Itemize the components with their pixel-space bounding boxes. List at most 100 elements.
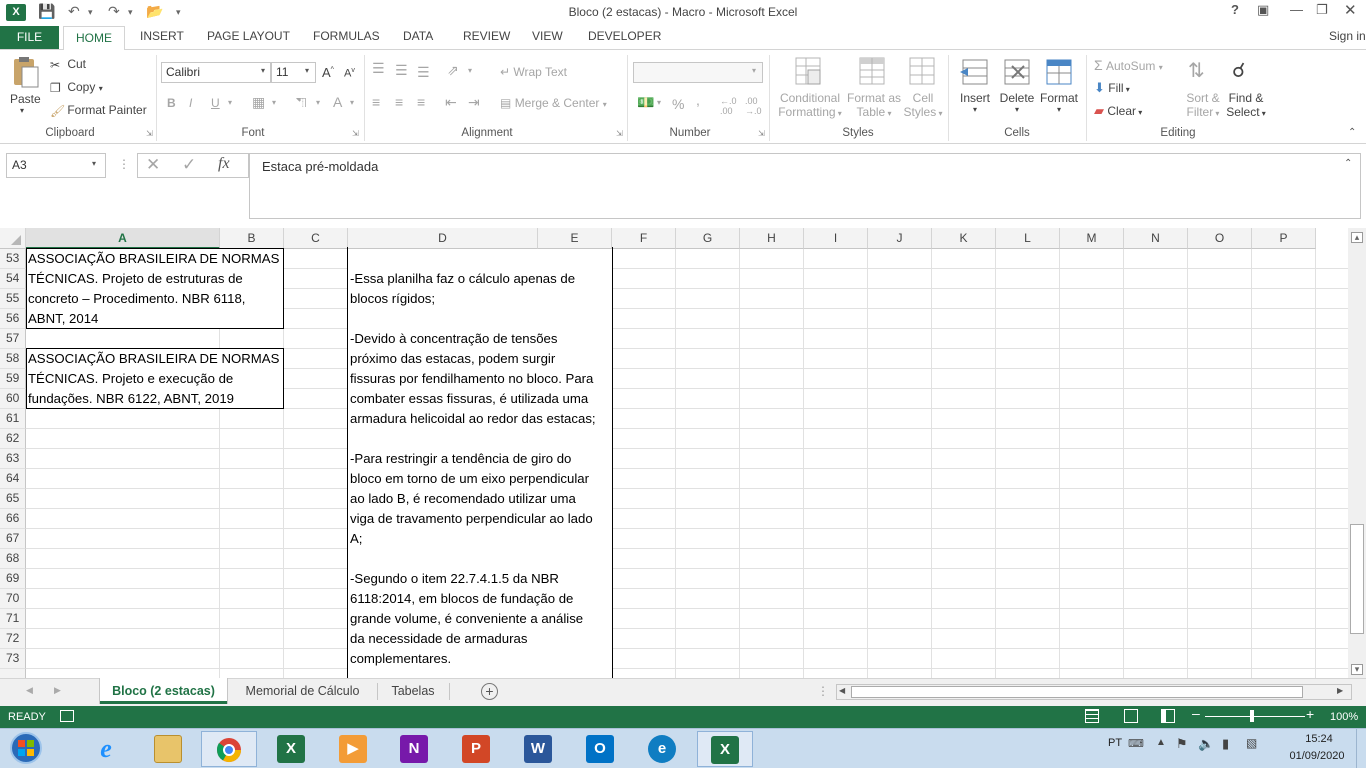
binoculars-icon[interactable]: ☌ xyxy=(1232,58,1245,83)
collapse-ribbon-icon[interactable]: ⌃ xyxy=(1348,127,1356,138)
clock-time[interactable]: 15:24 xyxy=(1294,733,1344,745)
orientation-icon[interactable]: ⇗ xyxy=(447,62,459,79)
scroll-left-arrow-icon[interactable]: ◀ xyxy=(839,686,845,695)
column-header-o[interactable]: O xyxy=(1188,228,1252,249)
close-button[interactable]: ✕ xyxy=(1344,1,1357,19)
align-bottom-icon[interactable]: ☰ xyxy=(417,64,430,81)
merge-center-button[interactable]: ▤ Merge & Center ▾ xyxy=(500,96,607,110)
tab-insert[interactable]: INSERT xyxy=(140,29,184,43)
find-select-button[interactable]: Find & Select ▾ xyxy=(1224,91,1268,119)
select-all-corner[interactable] xyxy=(0,228,26,249)
column-header-d[interactable]: D xyxy=(348,228,538,249)
macro-record-icon[interactable] xyxy=(60,710,74,722)
format-cells-button[interactable]: Format ▾ xyxy=(1040,91,1078,114)
fill-color-dropdown-icon[interactable]: ▾ xyxy=(316,98,320,107)
fill-color-icon[interactable]: ⛠ xyxy=(296,94,307,113)
tab-data[interactable]: DATA xyxy=(403,29,433,43)
increase-indent-icon[interactable]: ⇥ xyxy=(468,94,480,111)
column-header-c[interactable]: C xyxy=(284,228,348,249)
sheet-tab-tabelas[interactable]: Tabelas xyxy=(378,678,448,704)
internet-explorer-icon[interactable]: e xyxy=(78,731,134,767)
font-color-icon[interactable]: A xyxy=(333,94,342,110)
delete-cells-icon[interactable] xyxy=(1002,56,1032,88)
ribbon-display-icon[interactable]: ▣ xyxy=(1257,2,1269,18)
decrease-font-icon[interactable]: Av xyxy=(344,67,355,80)
tab-page-layout[interactable]: PAGE LAYOUT xyxy=(207,29,290,43)
font-color-dropdown-icon[interactable]: ▾ xyxy=(350,98,354,107)
onenote-icon[interactable]: N xyxy=(386,731,442,767)
align-middle-icon[interactable]: ☰ xyxy=(395,62,408,79)
underline-button[interactable]: U xyxy=(211,96,220,110)
row-header[interactable]: 56 xyxy=(0,309,26,329)
row-header[interactable]: 64 xyxy=(0,469,26,489)
worksheet-grid[interactable]: A B C D E F G H I J K L M N O P 53 54 55 56 57 58 59 60 61 62 63 64… xyxy=(0,228,1348,678)
sort-filter-icon[interactable]: ⇅ xyxy=(1188,58,1205,83)
row-header[interactable]: 62 xyxy=(0,429,26,449)
font-launcher-icon[interactable]: ⇲ xyxy=(352,129,359,138)
sheet-tab-bloco[interactable]: Bloco (2 estacas) xyxy=(100,678,227,704)
insert-function-button[interactable]: fx xyxy=(218,155,230,173)
conditional-formatting-button[interactable]: Conditional Formatting ▾ xyxy=(778,91,842,119)
row-header[interactable]: 61 xyxy=(0,409,26,429)
name-box-dropdown-icon[interactable]: ▾ xyxy=(92,159,96,168)
accounting-icon[interactable]: 💵 xyxy=(637,94,654,111)
row-header[interactable]: 55 xyxy=(0,289,26,309)
row-header[interactable]: 68 xyxy=(0,549,26,569)
column-header-l[interactable]: L xyxy=(996,228,1060,249)
enter-icon[interactable]: ✓ xyxy=(182,155,196,175)
format-painter-button[interactable]: 🖌 Format Painter xyxy=(50,103,147,118)
copy-dropdown-icon[interactable]: ▾ xyxy=(99,84,103,93)
excel-taskbar-icon[interactable]: X xyxy=(263,731,319,767)
alignment-launcher-icon[interactable]: ⇲ xyxy=(616,129,623,138)
tab-developer[interactable]: DEVELOPER xyxy=(588,29,661,43)
outlook-icon[interactable]: O xyxy=(572,731,628,767)
cancel-icon[interactable]: ✕ xyxy=(146,155,160,175)
minimize-button[interactable]: — xyxy=(1290,2,1303,17)
fill-button[interactable]: ⬇ Fill ▾ xyxy=(1094,80,1130,96)
scroll-up-arrow-icon[interactable]: ▴ xyxy=(1351,232,1363,243)
decrease-indent-icon[interactable]: ⇤ xyxy=(445,94,457,111)
row-header[interactable]: 59 xyxy=(0,369,26,389)
start-button[interactable] xyxy=(6,730,46,766)
clock-date[interactable]: 01/09/2020 xyxy=(1282,750,1352,762)
powerpoint-icon[interactable]: P xyxy=(448,731,504,767)
word-icon[interactable]: W xyxy=(510,731,566,767)
number-format-dropdown-icon[interactable]: ▾ xyxy=(752,66,756,75)
clear-button[interactable]: ▰ Clear ▾ xyxy=(1094,103,1142,119)
cell-styles-button[interactable]: Cell Styles ▾ xyxy=(900,91,946,119)
row-header[interactable]: 71 xyxy=(0,609,26,629)
horizontal-scroll-thumb[interactable] xyxy=(851,686,1303,698)
font-name-dropdown-icon[interactable]: ▾ xyxy=(261,66,265,75)
row-header[interactable]: 67 xyxy=(0,529,26,549)
accounting-dropdown-icon[interactable]: ▾ xyxy=(657,98,661,107)
italic-button[interactable]: I xyxy=(189,96,192,110)
tab-formulas[interactable]: FORMULAS xyxy=(313,29,380,43)
column-header-i[interactable]: I xyxy=(804,228,868,249)
tab-split-handle-icon[interactable]: ⋮ xyxy=(817,684,829,698)
tab-view[interactable]: VIEW xyxy=(532,29,563,43)
zoom-level[interactable]: 100% xyxy=(1330,706,1358,728)
language-indicator[interactable]: PT xyxy=(1108,737,1122,749)
name-box[interactable]: A3 xyxy=(6,153,106,178)
tab-home[interactable]: HOME xyxy=(63,26,125,50)
tab-file[interactable]: FILE xyxy=(0,26,59,49)
row-header[interactable]: 60 xyxy=(0,389,26,409)
paste-button[interactable]: Paste xyxy=(10,92,41,106)
chrome-icon[interactable] xyxy=(201,731,257,767)
sign-in-link[interactable]: Sign in xyxy=(1329,29,1366,43)
vertical-scroll-thumb[interactable] xyxy=(1350,524,1364,634)
conditional-formatting-icon[interactable] xyxy=(794,56,824,88)
decrease-decimal-icon[interactable]: .00 →.0 xyxy=(745,96,762,116)
insert-cells-button[interactable]: Insert ▾ xyxy=(956,91,994,114)
vertical-scrollbar[interactable]: ▴ ▾ xyxy=(1348,228,1366,678)
wrap-text-button[interactable]: ↵ Wrap Text xyxy=(500,65,567,79)
increase-font-icon[interactable]: A^ xyxy=(322,65,334,80)
paste-dropdown-icon[interactable]: ▾ xyxy=(20,106,24,115)
zoom-slider[interactable] xyxy=(1205,716,1305,717)
restore-button[interactable]: ❐ xyxy=(1316,2,1328,18)
font-size-select[interactable]: 11 xyxy=(271,62,316,83)
format-as-table-icon[interactable] xyxy=(858,56,888,88)
number-format-select[interactable] xyxy=(633,62,763,83)
column-header-n[interactable]: N xyxy=(1124,228,1188,249)
file-explorer-icon[interactable] xyxy=(140,731,196,767)
